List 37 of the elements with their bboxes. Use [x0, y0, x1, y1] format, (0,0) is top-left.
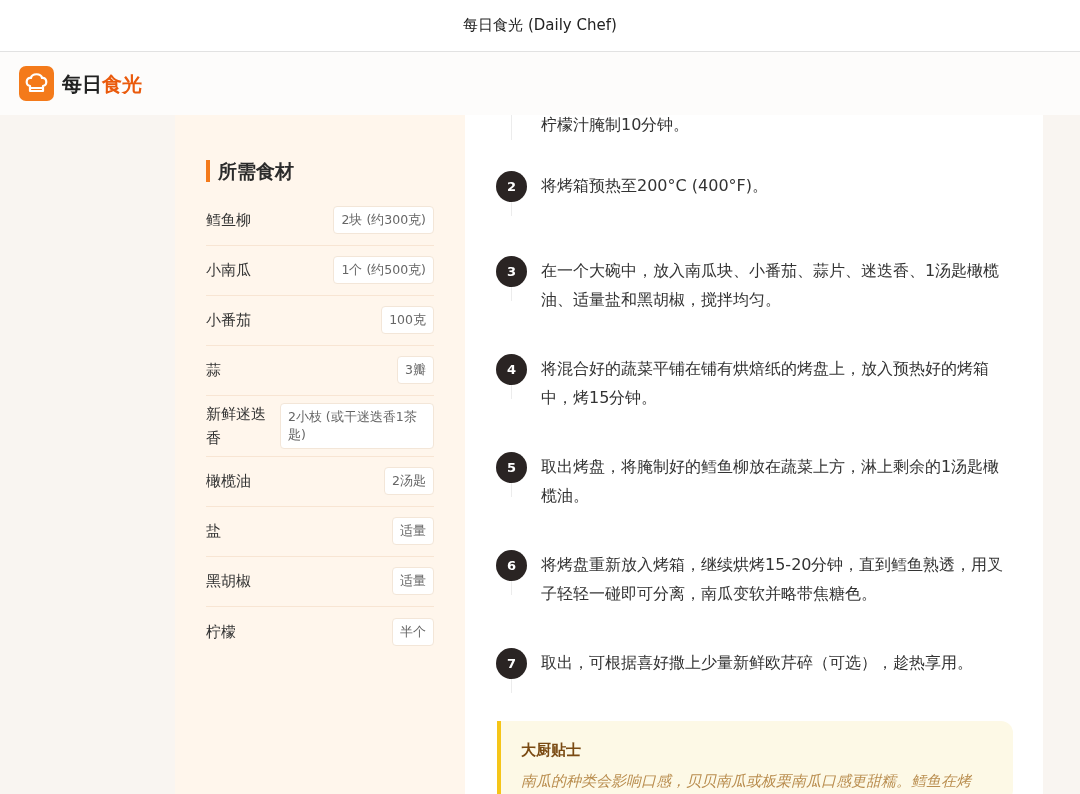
step-number: 5: [496, 452, 527, 483]
step-number: 6: [496, 550, 527, 581]
ingredient-name: 鳕鱼柳: [206, 210, 252, 231]
ingredient-amount: 2块 (约300克): [333, 206, 434, 234]
ingredient-amount: 100克: [381, 306, 434, 334]
ingredient-amount: 2汤匙: [384, 467, 434, 495]
ingredient-amount: 2小枝 (或干迷迭香1茶匙): [279, 402, 434, 449]
step-number: 2: [496, 171, 527, 202]
step-number: 7: [496, 648, 527, 679]
ingredient-amount: 1个 (约500克): [333, 256, 434, 284]
tip-title: 大厨贴士: [521, 740, 582, 761]
step-text: 将混合好的蔬菜平铺在铺有烘焙纸的烤盘上，放入预热好的烤箱中，烤15分钟。: [541, 358, 990, 409]
ingredient-name: 蒜: [206, 360, 222, 381]
ingredient-amount: 适量: [392, 567, 434, 595]
ingredient-name: 橄榄油: [206, 471, 252, 492]
tip-text: 南瓜的种类会影响口感，贝贝南瓜或板栗南瓜口感更甜糯。鳕鱼在烤: [521, 770, 973, 792]
window-title: 每日食光 (Daily Chef): [463, 15, 617, 37]
ingredient-amount: 3瓣: [397, 356, 434, 384]
section-title: 所需食材: [218, 159, 294, 184]
brand-name[interactable]: 每日食光: [62, 68, 142, 99]
ingredient-name: 黑胡椒: [206, 571, 252, 592]
step-text: 将烤箱预热至200°C (400°F)。: [541, 175, 769, 197]
step-number: 4: [496, 354, 527, 385]
step-text: 将烤盘重新放入烤箱，继续烘烤15-20分钟，直到鳕鱼熟透，用叉子轻轻一碰即可分离，南瓜变软并略带焦糖色。: [541, 554, 1005, 605]
ingredient-name: 柠檬: [206, 621, 237, 643]
ingredient-amount: 适量: [392, 517, 434, 545]
step-text: 取出烤盘，将腌制好的鳕鱼柳放在蔬菜上方，淋上剩余的1汤匙橄榄油。: [541, 456, 1001, 507]
step-number: 3: [496, 256, 527, 287]
ingredient-name: 盐: [206, 521, 222, 542]
ingredient-name: 新鲜迷迭香: [206, 403, 267, 449]
ingredient-name: 小南瓜: [206, 260, 252, 281]
step-text: 在一个大碗中，放入南瓜块、小番茄、蒜片、迷迭香、1汤匙橄榄油、适量盐和黑胡椒，搅拌均匀。: [541, 260, 1001, 311]
step-text: 取出，可根据喜好撒上少量新鲜欧芹碎（可选），趁热享用。: [541, 652, 973, 674]
chef-hat-icon[interactable]: [19, 66, 54, 101]
ingredient-name: 小番茄: [206, 310, 252, 331]
ingredient-amount: 半个: [392, 617, 434, 646]
step-text: 柠檬汁腌制10分钟。: [541, 114, 690, 136]
